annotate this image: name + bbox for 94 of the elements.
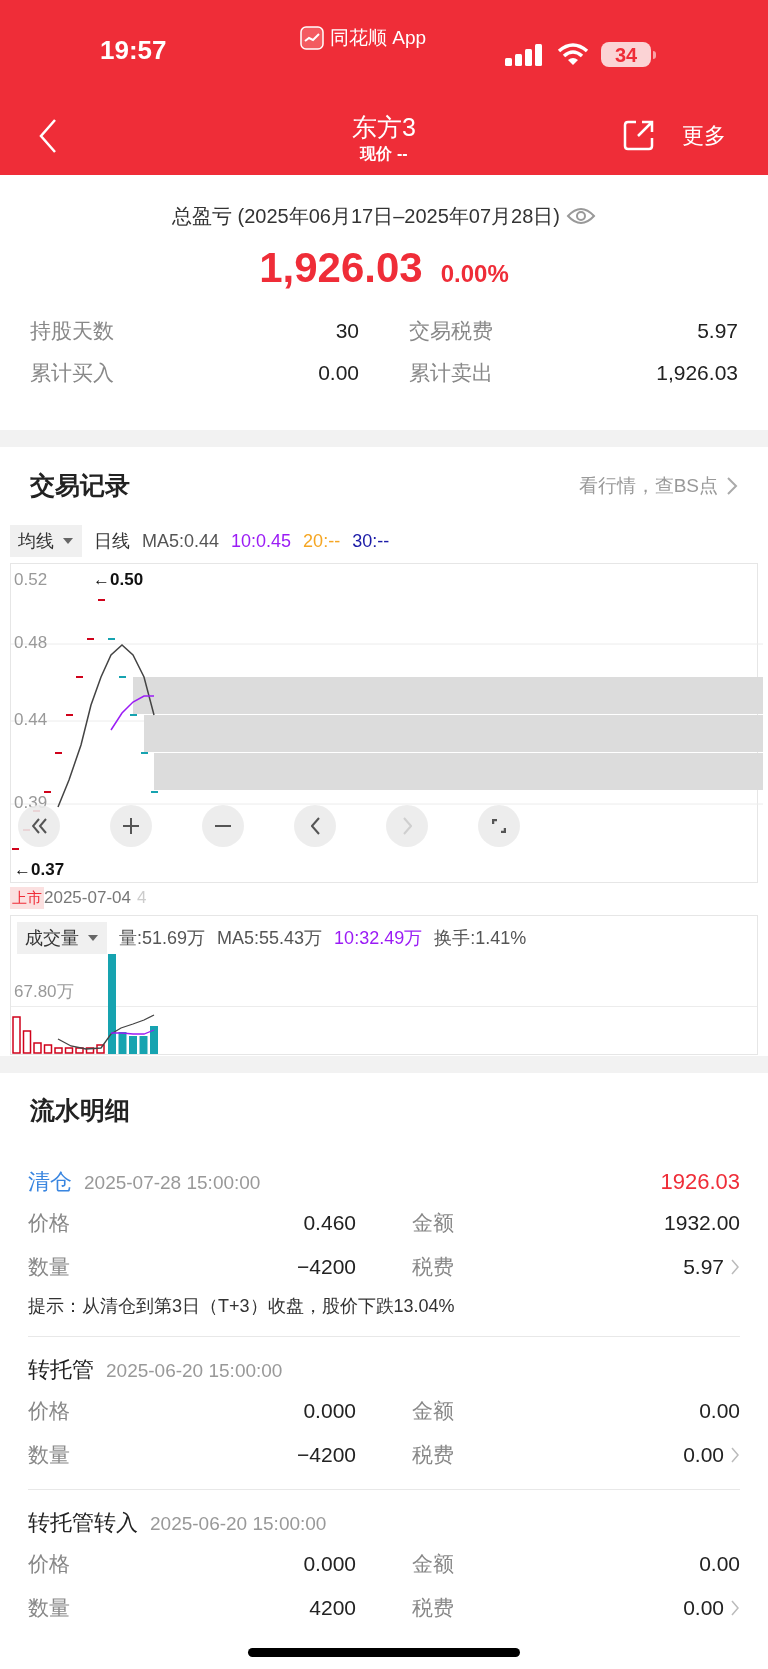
app-name: 同花顺 App [330,26,427,50]
record-type: 转托管 [28,1355,94,1384]
profit-percent: 0.00% [440,259,509,289]
chevron-right-icon[interactable] [730,1446,740,1464]
section-title: 流水明细 [29,1095,131,1127]
stat-label: 累计卖出 [409,359,493,386]
fullscreen-button[interactable] [478,805,520,847]
eye-icon[interactable] [566,206,596,226]
volume-selector[interactable]: 成交量 [17,922,107,954]
field-value: 1932.00 [664,1210,740,1237]
tip-text: 提示：从清仓到第3日（T+3）收盘，股价下跌13.04% [28,1295,456,1318]
minus-button[interactable] [202,805,244,847]
chevron-left-button[interactable] [294,805,336,847]
field-label: 价格 [28,1398,70,1425]
field-value: −4200 [297,1254,356,1281]
caret-icon [87,934,99,942]
total-profit: 1,926.03 [259,243,423,293]
plus-button[interactable] [110,805,152,847]
field-label: 数量 [28,1442,70,1469]
field-value: 0.00 [699,1398,740,1425]
chevron-right-icon [726,476,738,496]
field-label: 价格 [28,1210,70,1237]
summary-title: 总盈亏 (2025年06月17日–2025年07月28日) [172,204,560,229]
nav-subtitle: 现价 -- [360,143,408,164]
plus-icon [122,817,140,835]
ma-value: 10:0.45 [231,529,292,553]
minus-icon [214,824,232,828]
field-label: 价格 [28,1551,70,1578]
field-label: 金额 [412,1398,454,1425]
stat-value: 5.97 [697,318,738,344]
fullscreen-icon [492,819,506,833]
axis-label: 0.44 [14,710,48,730]
field-value: 0.00 [699,1551,740,1578]
field-label: 税费 [412,1595,454,1622]
axis-label: 0.52 [14,570,48,590]
axis-label: 67.80万 [14,982,74,1002]
field-value: 4200 [309,1595,356,1622]
volume-value: 10:32.49万 [334,926,423,950]
field-label: 数量 [28,1254,70,1281]
caret-icon [62,537,74,545]
stat-value: 30 [335,318,359,344]
wifi-icon [557,42,589,67]
ma-value: 30:-- [352,529,390,553]
section-title: 交易记录 [30,470,130,502]
listing-tag: 上市 [10,886,44,910]
field-value: 0.00 [683,1442,724,1469]
field-label: 税费 [412,1442,454,1469]
status-time: 19:57 [100,33,167,67]
field-label: 数量 [28,1595,70,1622]
app-icon [300,26,324,51]
volume-value: 量:51.69万 [119,926,206,950]
record-amount: 1926.03 [660,1167,740,1196]
battery-icon: 34 [601,42,651,67]
low-price-marker: ←0.37 [14,860,65,880]
stat-value: 1,926.03 [656,359,738,386]
record-type: 转托管转入 [28,1508,138,1537]
field-value: 0.460 [303,1210,356,1237]
stat-label: 累计买入 [30,359,114,386]
field-value: 5.97 [683,1254,724,1281]
chevron-right-icon[interactable] [730,1258,740,1276]
high-price-marker: ←0.50 [93,570,144,590]
field-value: 0.00 [683,1595,724,1622]
field-value: −4200 [297,1442,356,1469]
ma-selector[interactable]: 均线 [10,525,82,557]
share-icon[interactable] [622,118,656,152]
stat-value: 0.00 [318,359,359,386]
field-label: 税费 [412,1254,454,1281]
home-indicator[interactable] [248,1648,520,1657]
chevron-left-icon [310,817,320,835]
field-label: 金额 [412,1210,454,1237]
stat-label: 交易税费 [409,318,493,344]
signal-icon [505,43,545,66]
stat-label: 持股天数 [30,318,114,344]
field-value: 0.000 [303,1551,356,1578]
double-chevron-left-icon [31,818,47,834]
record-time: 2025-06-20 15:00:00 [150,1511,327,1536]
nav-title: 东方3 [352,111,416,143]
period-label: 日线 [94,529,130,553]
chevron-right-icon [402,817,412,835]
ma-value: 20:-- [303,529,341,553]
ma-value: MA5:0.44 [142,529,220,553]
field-label: 金额 [412,1551,454,1578]
more-button[interactable]: 更多 [682,119,726,152]
volume-value: MA5:55.43万 [217,926,323,950]
record-time: 2025-06-20 15:00:00 [106,1358,283,1383]
axis-label: 0.39 [14,793,48,813]
back-icon[interactable] [38,118,58,154]
field-value: 0.000 [303,1398,356,1425]
axis-label: 0.48 [14,633,48,653]
chevron-right-icon[interactable] [730,1599,740,1617]
volume-value: 换手:1.41% [434,926,527,950]
record-time: 2025-07-28 15:00:00 [84,1170,261,1195]
date-label: 2025-07-04 [44,887,131,910]
record-type: 清仓 [28,1167,72,1196]
